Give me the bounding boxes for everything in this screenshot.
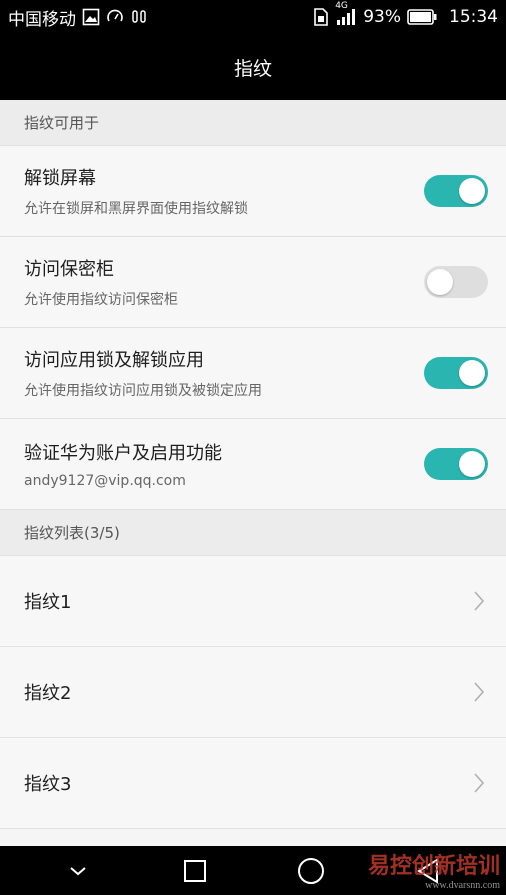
section-header-label: 指纹列表(3/5) [24, 524, 120, 542]
network-type-label: 4G [335, 1, 348, 11]
fingerprint-label: 指纹2 [24, 683, 72, 704]
switch-knob [459, 360, 485, 386]
toggle-row-unlock-screen[interactable]: 解锁屏幕 允许在锁屏和黑屏界面使用指纹解锁 [0, 146, 506, 237]
signal-icon: 4G [335, 1, 357, 26]
image-icon [82, 8, 100, 26]
collapse-icon [70, 866, 86, 875]
headset-icon [130, 8, 148, 26]
recents-icon [183, 859, 206, 882]
sim-icon [313, 8, 329, 26]
section-header-usage: 指纹可用于 [0, 100, 506, 146]
section-header-label: 指纹可用于 [24, 114, 100, 132]
toggle-row-safe-box[interactable]: 访问保密柜 允许使用指纹访问保密柜 [0, 237, 506, 328]
switch-knob [459, 451, 485, 477]
speed-icon [106, 8, 124, 26]
carrier-label: 中国移动 [8, 9, 76, 30]
watermark-text: 易控创新培训 [367, 853, 500, 878]
huawei-account-switch[interactable] [424, 448, 488, 480]
recents-button[interactable] [173, 851, 217, 891]
switch-knob [459, 178, 485, 204]
switch-knob [427, 269, 453, 295]
toggle-row-huawei-account[interactable]: 验证华为账户及启用功能 andy9127@vip.qq.com [0, 419, 506, 510]
chevron-right-icon [474, 773, 485, 793]
watermark: 易控创新培训 www.dvarsnn.com [368, 848, 500, 891]
fingerprint-label: 指纹3 [24, 774, 72, 795]
safe-box-switch[interactable] [424, 266, 488, 298]
title-bar: 指纹 [0, 34, 506, 100]
unlock-screen-switch[interactable] [424, 175, 488, 207]
settings-content: 指纹可用于 解锁屏幕 允许在锁屏和黑屏界面使用指纹解锁 访问保密柜 允许使用指纹… [0, 100, 506, 846]
battery-icon [407, 9, 437, 25]
home-icon [298, 857, 325, 884]
home-button[interactable] [289, 851, 333, 891]
watermark-url: www.dvarsnn.com [425, 880, 500, 891]
clock: 15:34 [449, 7, 498, 27]
chevron-right-icon [474, 682, 485, 702]
collapse-button[interactable] [56, 851, 100, 891]
fingerprint-label: 指纹1 [24, 592, 72, 613]
section-header-fingerprint-list: 指纹列表(3/5) [0, 510, 506, 556]
page-title: 指纹 [233, 57, 272, 80]
fingerprint-item-3[interactable]: 指纹3 [0, 738, 506, 829]
status-bar: 中国移动 4G 93% 15:34 [0, 0, 506, 34]
chevron-right-icon [474, 591, 485, 611]
fingerprint-item-1[interactable]: 指纹1 [0, 556, 506, 647]
battery-percent: 93% [363, 7, 401, 27]
fingerprint-item-2[interactable]: 指纹2 [0, 647, 506, 738]
app-lock-switch[interactable] [424, 357, 488, 389]
toggle-row-app-lock[interactable]: 访问应用锁及解锁应用 允许使用指纹访问应用锁及被锁定应用 [0, 328, 506, 419]
